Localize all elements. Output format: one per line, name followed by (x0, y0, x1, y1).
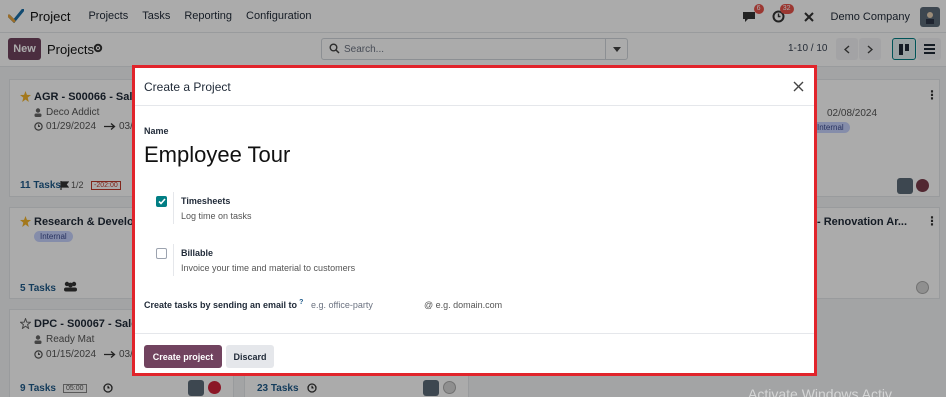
email-alias-text: Create tasks by sending an email to (144, 300, 298, 310)
checkmark-icon (157, 198, 166, 205)
timesheets-label: Timesheets (181, 196, 231, 206)
windows-activation-watermark: Activate Windows Activ (748, 386, 892, 397)
help-tooltip-icon[interactable]: ? (299, 299, 303, 306)
create-project-dialog: Create a Project Name Timesheets Log tim… (132, 65, 817, 376)
timesheets-description: Log time on tasks (181, 211, 252, 221)
alias-domain-text: @ e.g. domain.com (424, 300, 503, 310)
email-alias-input[interactable] (311, 298, 411, 312)
billable-description: Invoice your time and material to custom… (181, 263, 356, 273)
name-label: Name (144, 126, 169, 136)
create-project-button[interactable]: Create project (144, 345, 222, 368)
dialog-footer-divider (135, 333, 814, 334)
email-alias-label: Create tasks by sending an email to? (144, 299, 303, 310)
discard-button[interactable]: Discard (226, 345, 274, 368)
option-divider (173, 244, 174, 276)
dialog-title: Create a Project (144, 80, 231, 94)
dialog-header: Create a Project (135, 68, 814, 106)
option-divider (173, 192, 174, 224)
timesheets-checkbox[interactable] (156, 196, 167, 207)
close-button[interactable] (790, 78, 806, 94)
billable-label: Billable (181, 248, 214, 258)
project-name-input[interactable] (144, 140, 794, 170)
close-icon (793, 81, 803, 91)
billable-checkbox[interactable] (156, 248, 167, 259)
